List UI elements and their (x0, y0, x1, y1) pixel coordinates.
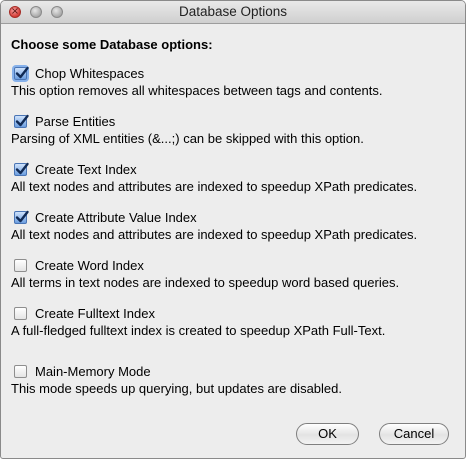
checkbox-chop-whitespaces[interactable] (14, 66, 29, 80)
option-description: This mode speeds up querying, but update… (11, 381, 342, 396)
option-description: All terms in text nodes are indexed to s… (11, 275, 400, 290)
option-description: All text nodes and attributes are indexe… (11, 227, 418, 242)
checkbox-label[interactable]: Main-Memory Mode (35, 364, 151, 379)
option-row[interactable]: Parse Entities (14, 112, 459, 130)
option-main-memory-mode: Main-Memory Mode This mode speeds up que… (11, 362, 459, 397)
options-heading: Choose some Database options: (11, 37, 213, 52)
checkbox-label[interactable]: Create Text Index (35, 162, 137, 177)
option-create-fulltext-index: Create Fulltext Index A full-fledged ful… (11, 304, 459, 339)
dialog-window: × Database Options Choose some Database … (0, 0, 466, 459)
checkbox-label[interactable]: Chop Whitespaces (35, 66, 144, 81)
window-title: Database Options (178, 4, 288, 19)
option-row[interactable]: Create Text Index (14, 160, 459, 178)
checkbox-parse-entities[interactable] (14, 114, 29, 128)
checkmark-icon (15, 114, 29, 126)
title-bar[interactable]: × Database Options (1, 1, 465, 24)
option-create-word-index: Create Word Index All terms in text node… (11, 256, 459, 291)
dialog-content: Choose some Database options: Chop White… (1, 24, 465, 458)
cancel-button[interactable]: Cancel (379, 423, 449, 445)
option-description: A full-fledged fulltext index is created… (11, 323, 386, 338)
checkbox-create-word-index[interactable] (14, 258, 27, 272)
checkbox-main-memory-mode[interactable] (14, 364, 27, 378)
option-description: This option removes all whitespaces betw… (11, 83, 383, 98)
checkbox-create-fulltext-index[interactable] (14, 306, 27, 320)
checkbox-label[interactable]: Create Attribute Value Index (35, 210, 197, 225)
option-row[interactable]: Main-Memory Mode (14, 362, 459, 380)
option-row[interactable]: Chop Whitespaces (14, 64, 459, 82)
option-description: Parsing of XML entities (&...;) can be s… (11, 131, 364, 146)
option-create-text-index: Create Text Index All text nodes and att… (11, 160, 459, 195)
checkbox-label[interactable]: Create Fulltext Index (35, 306, 155, 321)
option-chop-whitespaces: Chop Whitespaces This option removes all… (11, 64, 459, 99)
option-row[interactable]: Create Attribute Value Index (14, 208, 459, 226)
option-parse-entities: Parse Entities Parsing of XML entities (… (11, 112, 459, 147)
option-description: All text nodes and attributes are indexe… (11, 179, 418, 194)
option-row[interactable]: Create Fulltext Index (14, 304, 459, 322)
checkbox-label[interactable]: Parse Entities (35, 114, 115, 129)
checkmark-icon (15, 210, 29, 222)
checkbox-create-attribute-value-index[interactable] (14, 210, 29, 224)
option-create-attribute-value-index: Create Attribute Value Index All text no… (11, 208, 459, 243)
checkbox-create-text-index[interactable] (14, 162, 29, 176)
checkmark-icon (15, 66, 29, 78)
ok-button[interactable]: OK (296, 423, 359, 445)
checkbox-label[interactable]: Create Word Index (35, 258, 144, 273)
checkmark-icon (15, 162, 29, 174)
option-row[interactable]: Create Word Index (14, 256, 459, 274)
